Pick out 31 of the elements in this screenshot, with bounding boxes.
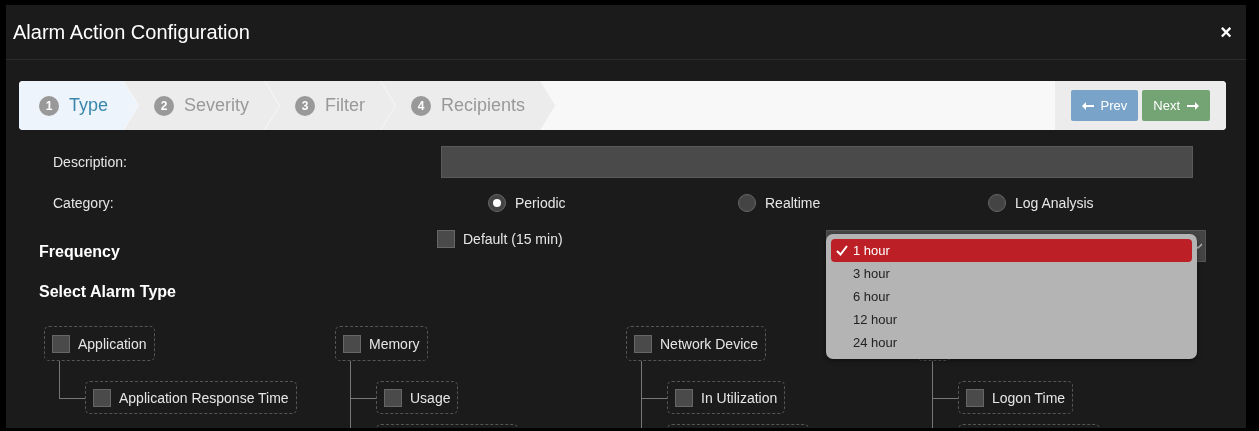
close-button[interactable]: × [1220,20,1232,44]
alarm-type-item[interactable]: Usage [376,381,459,414]
alarm-type-group[interactable]: Application [44,326,155,361]
alarm-type-item[interactable]: Logon Time [958,381,1074,414]
dropdown-option[interactable]: 3 hour [831,262,1192,285]
step-label: Recipients [441,95,526,116]
alarm-type-group[interactable]: Memory [335,326,428,361]
frequency-heading: Frequency [39,243,120,260]
step-number: 1 [39,95,59,116]
dropdown-option[interactable]: 6 hour [831,285,1192,308]
radio-label: Log Analysis [1015,195,1094,211]
alarm-type-item[interactable]: Application Response Time [85,381,297,414]
dropdown-option[interactable]: 12 hour [831,308,1192,331]
dropdown-option[interactable]: 1 hour [831,239,1192,262]
dropdown-option[interactable]: 24 hour [831,331,1192,354]
window-title: Alarm Action Configuration [13,20,250,44]
description-label: Description: [52,154,128,170]
step-label: Severity [184,95,250,116]
alarm-type-heading: Select Alarm Type [39,283,176,300]
step-number: 4 [411,95,432,116]
category-label: Category: [52,195,115,211]
step-label: Type [69,95,109,116]
alarm-type-item[interactable]: In Utilization [667,381,786,414]
radio-label: Periodic [515,195,566,211]
wizard-step[interactable]: 1 Type [19,81,139,130]
step-number: 3 [295,95,316,116]
step-number: 2 [154,95,175,116]
step-label: Filter [325,95,366,116]
alarm-type-group[interactable]: Network Device [626,326,767,361]
default-checkbox[interactable]: Default (15 min) [437,230,826,248]
radio-label: Realtime [765,195,821,211]
